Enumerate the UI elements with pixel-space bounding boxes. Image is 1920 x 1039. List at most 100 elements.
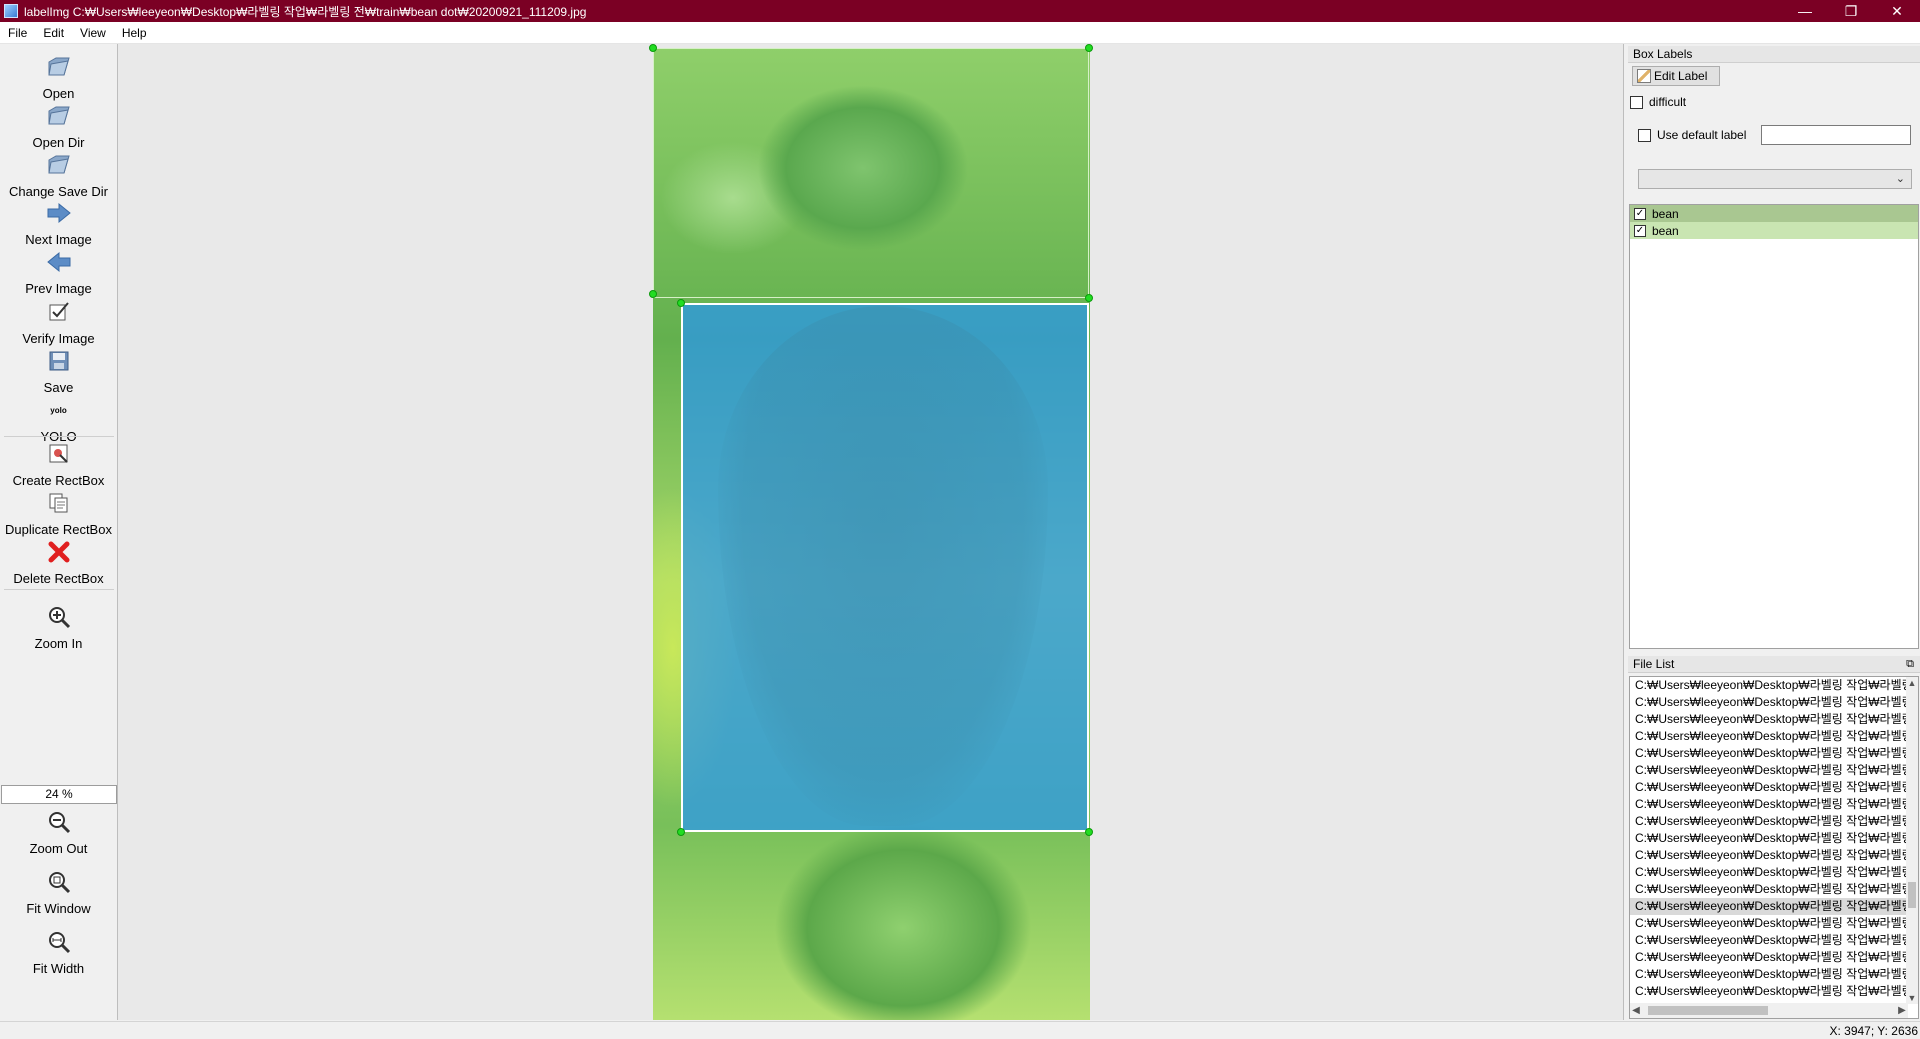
file-list-item[interactable]: C:₩Users₩leeyeon₩Desktop₩라벨링 작업₩라벨링 <box>1630 949 1908 966</box>
save-label: Save <box>43 380 74 395</box>
menu-help[interactable]: Help <box>114 26 155 40</box>
open-dir-icon <box>46 103 72 129</box>
edit-label-button[interactable]: Edit Label <box>1632 66 1720 86</box>
bbox-handle[interactable] <box>649 44 657 52</box>
file-list-item[interactable]: C:₩Users₩leeyeon₩Desktop₩라벨링 작업₩라벨링 <box>1630 779 1908 796</box>
fit-window-button[interactable]: Fit Window <box>0 869 117 916</box>
menu-edit[interactable]: Edit <box>35 26 72 40</box>
file-list-item[interactable]: C:₩Users₩leeyeon₩Desktop₩라벨링 작업₩라벨링 <box>1630 813 1908 830</box>
file-list-item[interactable]: C:₩Users₩leeyeon₩Desktop₩라벨링 작업₩라벨링 <box>1630 864 1908 881</box>
menu-file[interactable]: File <box>0 26 35 40</box>
fit-window-icon <box>46 869 72 895</box>
scroll-up-icon[interactable]: ▲ <box>1906 677 1918 689</box>
zoom-in-icon <box>46 604 72 630</box>
bbox-handle[interactable] <box>677 828 685 836</box>
edit-label-text: Edit Label <box>1654 69 1708 83</box>
scroll-thumb[interactable] <box>1908 882 1916 908</box>
arrow-left-icon <box>46 249 72 275</box>
menu-bar: File Edit View Help <box>0 22 1920 44</box>
next-image-button[interactable]: Next Image <box>0 200 117 247</box>
box-labels-title: Box Labels <box>1628 46 1920 63</box>
difficult-checkbox-row[interactable]: difficult <box>1630 95 1686 109</box>
checkbox-verify-icon <box>46 299 72 325</box>
menu-view[interactable]: View <box>72 26 114 40</box>
file-list-item[interactable]: C:₩Users₩leeyeon₩Desktop₩라벨링 작업₩라벨링 <box>1630 745 1908 762</box>
label-checkbox-checked[interactable]: ✓ <box>1634 224 1646 237</box>
file-list-item[interactable]: C:₩Users₩leeyeon₩Desktop₩라벨링 작업₩라벨링 <box>1630 677 1908 694</box>
use-default-label-checkbox[interactable] <box>1638 128 1651 142</box>
duplicate-rectbox-icon <box>46 490 72 516</box>
label-checkbox-checked[interactable]: ✓ <box>1634 207 1646 220</box>
label-item[interactable]: ✓ bean <box>1630 222 1918 239</box>
bbox-handle[interactable] <box>1085 294 1093 302</box>
delete-rectbox-label: Delete RectBox <box>13 571 104 586</box>
file-list-item[interactable]: C:₩Users₩leeyeon₩Desktop₩라벨링 작업₩라벨링 <box>1630 966 1908 983</box>
scroll-right-icon[interactable]: ▶ <box>1896 1003 1908 1018</box>
zoom-in-button[interactable]: Zoom In <box>0 604 117 651</box>
difficult-label: difficult <box>1649 95 1687 109</box>
file-list-items: C:₩Users₩leeyeon₩Desktop₩라벨링 작업₩라벨링 C:₩Us… <box>1630 677 1918 1000</box>
file-list-item[interactable]: C:₩Users₩leeyeon₩Desktop₩라벨링 작업₩라벨링 <box>1630 796 1908 813</box>
file-list-item[interactable]: C:₩Users₩leeyeon₩Desktop₩라벨링 작업₩라벨링 <box>1630 932 1908 949</box>
file-list-item[interactable]: C:₩Users₩leeyeon₩Desktop₩라벨링 작업₩라벨링 <box>1630 711 1908 728</box>
open-button[interactable]: Open <box>0 54 117 101</box>
zoom-value-field[interactable]: 24 % <box>1 785 117 804</box>
bbox-handle[interactable] <box>677 299 685 307</box>
change-save-dir-button[interactable]: Change Save Dir <box>0 152 117 199</box>
file-list-item[interactable]: C:₩Users₩leeyeon₩Desktop₩라벨링 작업₩라벨링 <box>1630 830 1908 847</box>
fit-window-label: Fit Window <box>26 901 91 916</box>
image-canvas[interactable] <box>118 44 1624 1020</box>
fit-width-button[interactable]: Fit Width <box>0 929 117 976</box>
file-list-item[interactable]: C:₩Users₩leeyeon₩Desktop₩라벨링 작업₩라벨링 <box>1630 762 1908 779</box>
label-combo-box[interactable]: ⌄ <box>1638 169 1912 189</box>
status-bar: X: 3947; Y: 2636 <box>0 1021 1920 1039</box>
open-dir-button[interactable]: Open Dir <box>0 103 117 150</box>
file-list-item[interactable]: C:₩Users₩leeyeon₩Desktop₩라벨링 작업₩라벨링 <box>1630 898 1908 915</box>
floppy-disk-icon <box>46 348 72 374</box>
zoom-out-icon <box>46 809 72 835</box>
file-list-horizontal-scrollbar[interactable]: ◀ ▶ <box>1630 1003 1908 1018</box>
dock-float-icon[interactable]: ⧉ <box>1906 656 1914 672</box>
file-list-item[interactable]: C:₩Users₩leeyeon₩Desktop₩라벨링 작업₩라벨링 <box>1630 694 1908 711</box>
bbox-handle[interactable] <box>1085 44 1093 52</box>
bbox-handle[interactable] <box>1085 828 1093 836</box>
minimize-button[interactable]: — <box>1782 0 1828 22</box>
change-save-dir-label: Change Save Dir <box>9 184 108 199</box>
bbox-handle[interactable] <box>649 290 657 298</box>
save-button[interactable]: Save <box>0 348 117 395</box>
restore-button[interactable]: ❐ <box>1828 0 1874 22</box>
open-label: Open <box>42 86 75 101</box>
delete-x-icon <box>46 539 72 565</box>
chevron-down-icon: ⌄ <box>1895 173 1905 185</box>
file-list-vertical-scrollbar[interactable]: ▲ ▼ <box>1906 677 1918 1004</box>
title-bar: labelImg C:₩Users₩leeyeon₩Desktop₩라벨링 작업… <box>0 0 1920 22</box>
file-list-item[interactable]: C:₩Users₩leeyeon₩Desktop₩라벨링 작업₩라벨링 <box>1630 881 1908 898</box>
prev-image-button[interactable]: Prev Image <box>0 249 117 296</box>
file-list-item[interactable]: C:₩Users₩leeyeon₩Desktop₩라벨링 작업₩라벨링 <box>1630 915 1908 932</box>
toolbar-separator <box>4 589 114 590</box>
bounding-box-bean-1[interactable] <box>653 48 1089 298</box>
use-default-label-row[interactable]: Use default label <box>1638 128 1746 142</box>
duplicate-rectbox-button[interactable]: Duplicate RectBox <box>0 490 117 537</box>
open-dir-label: Open Dir <box>32 135 85 150</box>
scroll-left-icon[interactable]: ◀ <box>1630 1003 1642 1018</box>
delete-rectbox-button[interactable]: Delete RectBox <box>0 539 117 586</box>
file-list-title: File List ⧉ <box>1628 656 1920 673</box>
create-rectbox-button[interactable]: Create RectBox <box>0 441 117 488</box>
open-folder-icon <box>46 54 72 80</box>
label-item[interactable]: ✓ bean <box>1630 205 1918 222</box>
window-controls: — ❐ ✕ <box>1782 0 1920 22</box>
default-label-input[interactable] <box>1761 125 1911 145</box>
label-item-text: bean <box>1652 223 1679 238</box>
difficult-checkbox[interactable] <box>1630 95 1643 109</box>
file-list-item[interactable]: C:₩Users₩leeyeon₩Desktop₩라벨링 작업₩라벨링 <box>1630 847 1908 864</box>
scroll-thumb[interactable] <box>1648 1006 1768 1015</box>
close-button[interactable]: ✕ <box>1874 0 1920 22</box>
verify-image-button[interactable]: Verify Image <box>0 299 117 346</box>
zoom-out-button[interactable]: Zoom Out <box>0 809 117 856</box>
create-rectbox-icon <box>46 441 72 467</box>
file-list-item[interactable]: C:₩Users₩leeyeon₩Desktop₩라벨링 작업₩라벨링 <box>1630 728 1908 745</box>
file-list-item[interactable]: C:₩Users₩leeyeon₩Desktop₩라벨링 작업₩라벨링 <box>1630 983 1908 1000</box>
change-save-dir-icon <box>46 152 72 178</box>
yolo-format-icon: yolo <box>50 405 67 415</box>
